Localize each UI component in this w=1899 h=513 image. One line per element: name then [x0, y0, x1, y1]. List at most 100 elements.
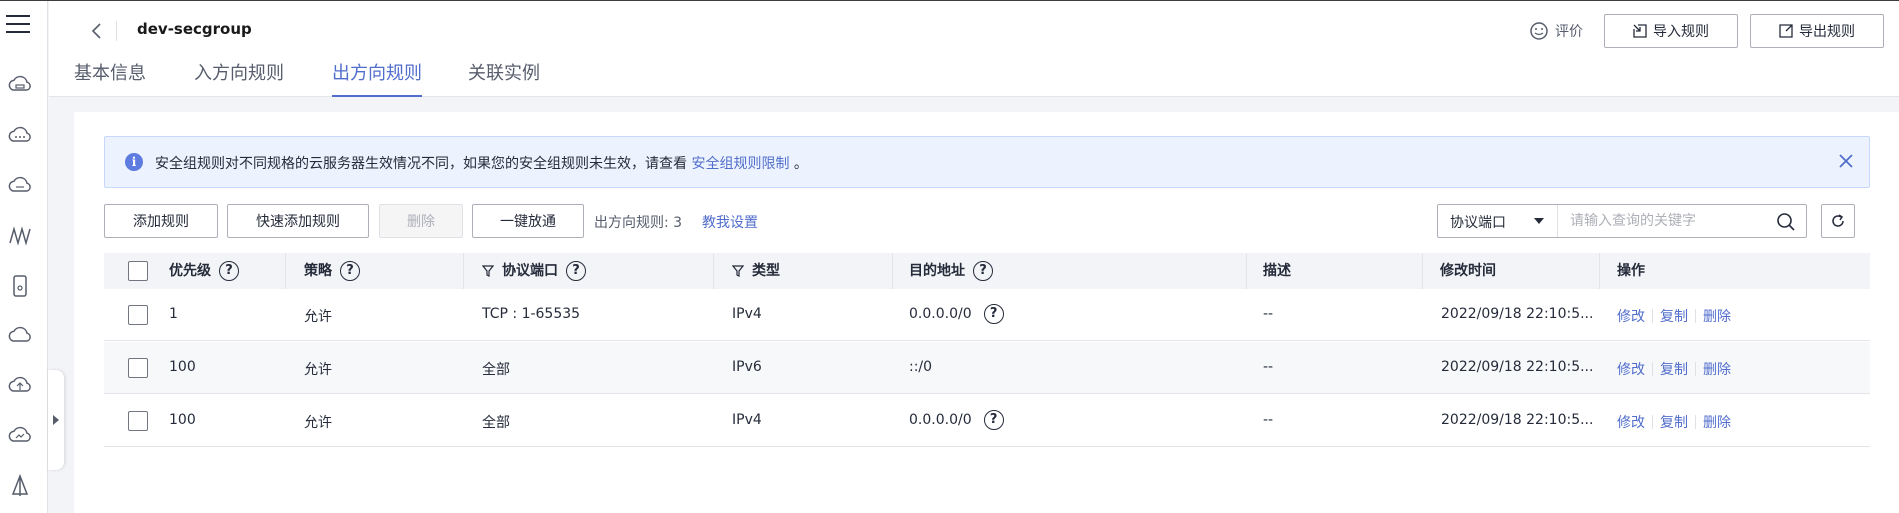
import-rules-button[interactable]: 导入规则 [1604, 14, 1738, 48]
col-policy[interactable]: 策略? [304, 253, 360, 289]
col-modified-label: 修改时间 [1440, 263, 1496, 279]
divider [1652, 309, 1653, 323]
tab-associated-instances[interactable]: 关联实例 [468, 59, 540, 97]
col-modified[interactable]: 修改时间 [1440, 253, 1496, 289]
select-all-checkbox[interactable] [128, 261, 148, 281]
tab-basic-info[interactable]: 基本信息 [74, 59, 146, 97]
help-icon[interactable]: ? [219, 261, 239, 281]
delete-link[interactable]: 删除 [1703, 362, 1731, 378]
cloud-disk-icon[interactable] [7, 173, 33, 199]
col-protocol[interactable]: 协议端口? [482, 253, 586, 289]
allow-all-button[interactable]: 一键放通 [472, 204, 584, 238]
menu-icon[interactable] [6, 15, 30, 37]
copy-link[interactable]: 复制 [1660, 415, 1688, 431]
import-icon [1633, 24, 1647, 38]
search-icon[interactable] [1776, 212, 1796, 232]
row-checkbox[interactable] [128, 411, 148, 431]
column-divider [1599, 253, 1600, 289]
caret-down-icon[interactable] [1534, 218, 1544, 224]
edit-link[interactable]: 修改 [1617, 362, 1645, 378]
type-cell: IPv4 [732, 412, 762, 428]
refresh-button[interactable] [1821, 204, 1855, 238]
chevron-right-icon [53, 415, 59, 425]
smiley-icon [1530, 22, 1548, 40]
row-checkbox[interactable] [128, 358, 148, 378]
tab-outbound-rules[interactable]: 出方向规则 [332, 59, 422, 97]
divider [116, 21, 117, 41]
protocol-cell: 全部 [482, 415, 510, 431]
col-priority[interactable]: 优先级? [169, 253, 239, 289]
filter-icon[interactable] [482, 265, 494, 277]
alert-suffix: 。 [789, 156, 808, 172]
cloud-server-icon[interactable] [7, 72, 33, 98]
search-box: 协议端口 [1437, 204, 1807, 238]
delete-link[interactable]: 删除 [1703, 309, 1731, 325]
export-rules-button[interactable]: 导出规则 [1750, 14, 1884, 48]
col-type[interactable]: 类型 [732, 253, 780, 289]
copy-link[interactable]: 复制 [1660, 362, 1688, 378]
close-icon[interactable] [1837, 152, 1855, 170]
rail-expand-toggle[interactable] [48, 370, 64, 470]
divider [1652, 362, 1653, 376]
help-icon[interactable]: ? [566, 261, 586, 281]
description-cell: -- [1263, 412, 1274, 428]
network-icon[interactable] [7, 223, 33, 249]
col-policy-label: 策略 [304, 263, 332, 279]
column-divider [892, 253, 893, 289]
info-alert: i 安全组规则对不同规格的云服务器生效情况不同，如果您的安全组规则未生效，请查看… [104, 136, 1870, 188]
quick-add-rule-button[interactable]: 快速添加规则 [227, 204, 369, 238]
tower-icon[interactable] [7, 473, 33, 499]
row-checkbox[interactable] [128, 305, 148, 325]
destination-cell: 0.0.0.0/0? [909, 410, 1004, 430]
priority-cell: 1 [169, 306, 178, 322]
upload-cloud-icon[interactable] [7, 373, 33, 399]
col-destination[interactable]: 目的地址? [909, 253, 993, 289]
table-header: 优先级? 策略? 协议端口? 类型 目的地址? 描述 修改时间 操作 [104, 253, 1870, 289]
more-cloud-icon[interactable] [7, 123, 33, 149]
column-divider [1246, 253, 1247, 289]
import-label: 导入规则 [1653, 24, 1709, 40]
tab-inbound-rules[interactable]: 入方向规则 [194, 59, 284, 97]
description-cell: -- [1263, 306, 1274, 322]
search-input[interactable] [1570, 210, 1760, 232]
refresh-icon [1832, 214, 1844, 227]
filter-icon[interactable] [732, 265, 744, 277]
storage-icon[interactable] [7, 273, 33, 299]
destination-value: 0.0.0.0/0 [909, 412, 972, 428]
cloud-link-icon[interactable] [7, 423, 33, 449]
cloud-icon[interactable] [7, 323, 33, 349]
destination-cell: ::/0 [909, 359, 933, 375]
help-icon[interactable]: ? [973, 261, 993, 281]
edit-link[interactable]: 修改 [1617, 415, 1645, 431]
rule-count: 出方向规则: 3 [594, 215, 683, 231]
delete-link[interactable]: 删除 [1703, 415, 1731, 431]
rule-limit-link[interactable]: 安全组规则限制 [691, 156, 789, 172]
edit-link[interactable]: 修改 [1617, 309, 1645, 325]
protocol-cell: TCP : 1-65535 [482, 306, 581, 322]
modified-cell: 2022/09/18 22:10:5... [1441, 359, 1594, 375]
rate-label: 评价 [1555, 24, 1583, 40]
destination-cell: 0.0.0.0/0? [909, 304, 1004, 324]
page-title: dev-secgroup [137, 20, 252, 38]
col-protocol-label: 协议端口 [502, 263, 558, 279]
row-actions: 修改 复制 删除 [1617, 359, 1731, 379]
copy-link[interactable]: 复制 [1660, 309, 1688, 325]
col-actions-label: 操作 [1617, 263, 1645, 279]
export-icon [1779, 24, 1793, 38]
help-icon[interactable]: ? [983, 304, 1004, 324]
help-icon[interactable]: ? [983, 410, 1004, 430]
priority-cell: 100 [169, 359, 196, 375]
rate-button[interactable]: 评价 [1529, 21, 1583, 41]
destination-value: 0.0.0.0/0 [909, 306, 972, 322]
teach-me-link[interactable]: 教我设置 [702, 212, 758, 232]
help-icon[interactable]: ? [340, 261, 360, 281]
add-rule-button[interactable]: 添加规则 [104, 204, 218, 238]
type-cell: IPv4 [732, 306, 762, 322]
divider [1695, 362, 1696, 376]
divider [1695, 415, 1696, 429]
divider [1695, 309, 1696, 323]
service-rail [0, 1, 48, 513]
policy-cell: 允许 [304, 415, 332, 431]
back-arrow-icon[interactable] [87, 21, 107, 41]
delete-button[interactable]: 删除 [379, 204, 463, 238]
